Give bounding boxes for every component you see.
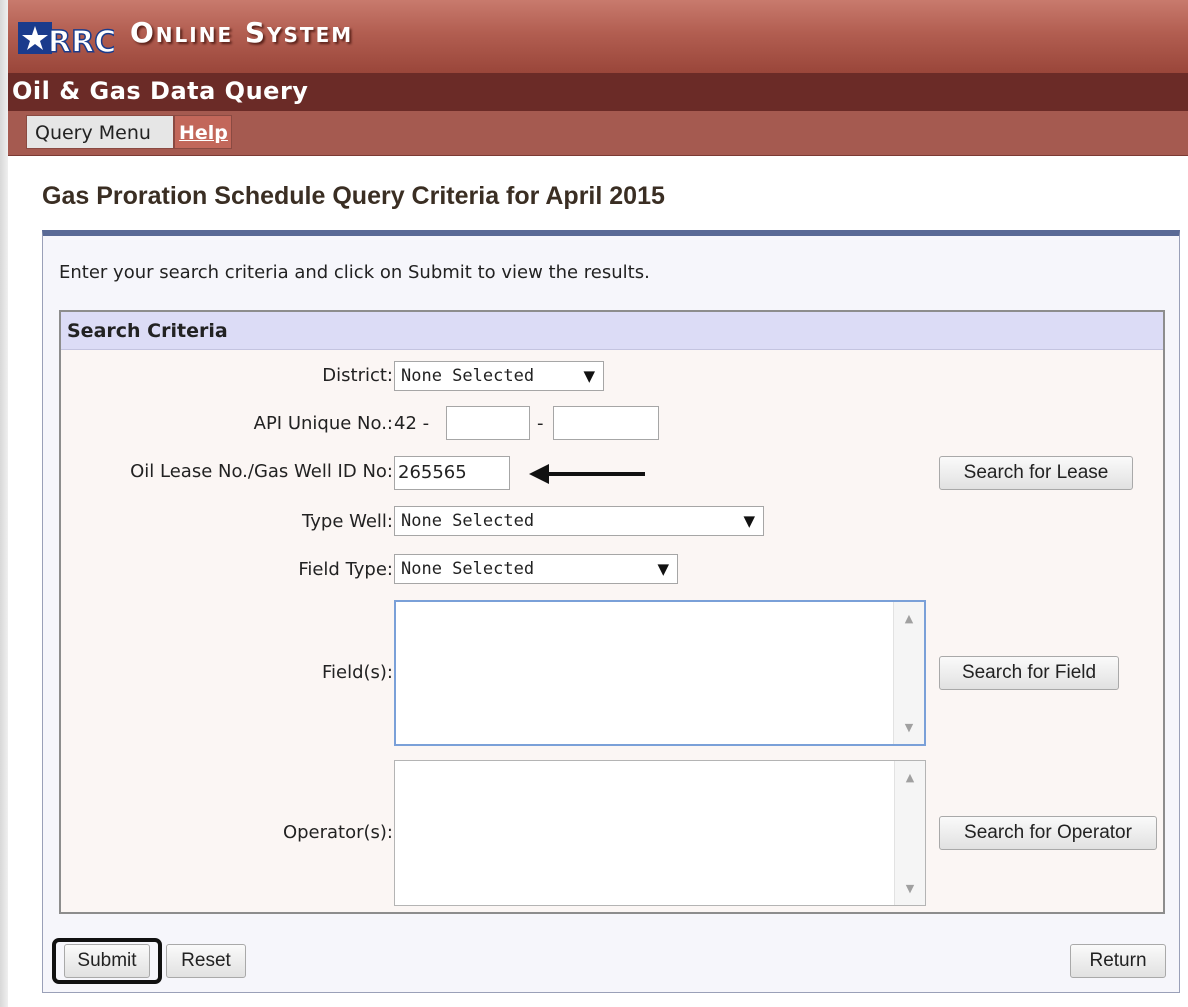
page: RRC Online System Oil & Gas Data Query Q…	[8, 0, 1188, 1007]
api-separator: -	[537, 413, 544, 434]
page-title: Gas Proration Schedule Query Criteria fo…	[42, 182, 665, 210]
operators-listbox[interactable]: ▲ ▼	[394, 760, 926, 906]
field-type-select[interactable]: None Selected ▼	[394, 554, 678, 584]
annotation-arrow-icon	[529, 464, 645, 484]
search-criteria-heading: Search Criteria	[61, 312, 1163, 350]
fields-listbox[interactable]: ▲ ▼	[394, 600, 926, 746]
page-left-shadow	[0, 0, 8, 1007]
search-for-field-button[interactable]: Search for Field	[939, 656, 1119, 690]
rrc-logo: RRC	[18, 22, 114, 60]
scroll-down-icon[interactable]: ▼	[894, 721, 924, 734]
type-well-select-value: None Selected	[401, 511, 535, 531]
return-button[interactable]: Return	[1070, 944, 1166, 978]
system-title: Online System	[130, 16, 354, 49]
chevron-down-icon: ▼	[583, 367, 595, 385]
menu-item-help[interactable]: Help	[174, 115, 232, 149]
chevron-down-icon: ▼	[743, 512, 755, 530]
operators-label: Operator(s):	[282, 822, 393, 843]
reset-button[interactable]: Reset	[166, 944, 246, 978]
fields-scrollbar[interactable]: ▲ ▼	[893, 602, 924, 744]
menu-bar: Query Menu Help	[8, 111, 1188, 156]
scroll-down-icon[interactable]: ▼	[895, 882, 925, 895]
lease-label: Oil Lease No./Gas Well ID No:	[130, 461, 393, 482]
api-prefix: 42 -	[394, 413, 430, 434]
lease-id-input[interactable]: 265565	[394, 456, 510, 490]
type-well-label: Type Well:	[302, 511, 393, 532]
operators-scrollbar[interactable]: ▲ ▼	[894, 761, 925, 905]
instruction-text: Enter your search criteria and click on …	[59, 262, 650, 283]
menu-item-query-menu[interactable]: Query Menu	[26, 115, 174, 149]
search-for-lease-button[interactable]: Search for Lease	[939, 456, 1133, 490]
scroll-up-icon[interactable]: ▲	[894, 612, 924, 625]
district-select-value: None Selected	[401, 366, 535, 386]
chevron-down-icon: ▼	[657, 560, 669, 578]
submit-highlight-annotation	[52, 938, 162, 984]
district-select[interactable]: None Selected ▼	[394, 361, 604, 391]
type-well-select[interactable]: None Selected ▼	[394, 506, 764, 536]
district-label: District:	[322, 365, 393, 386]
api-label: API Unique No.:	[253, 413, 393, 434]
app-subtitle: Oil & Gas Data Query	[12, 77, 309, 105]
fields-label: Field(s):	[321, 662, 393, 683]
scroll-up-icon[interactable]: ▲	[895, 771, 925, 784]
search-for-operator-button[interactable]: Search for Operator	[939, 816, 1157, 850]
logo-text: RRC	[48, 25, 114, 60]
api-part2-input[interactable]	[553, 406, 659, 440]
search-criteria-box: Search Criteria District: None Selected …	[59, 310, 1165, 914]
api-part1-input[interactable]	[446, 406, 530, 440]
app-subheader: Oil & Gas Data Query	[8, 73, 1188, 111]
field-type-select-value: None Selected	[401, 559, 535, 579]
field-type-label: Field Type:	[298, 559, 393, 580]
query-panel: Enter your search criteria and click on …	[42, 230, 1180, 993]
app-header: RRC Online System	[8, 0, 1188, 73]
